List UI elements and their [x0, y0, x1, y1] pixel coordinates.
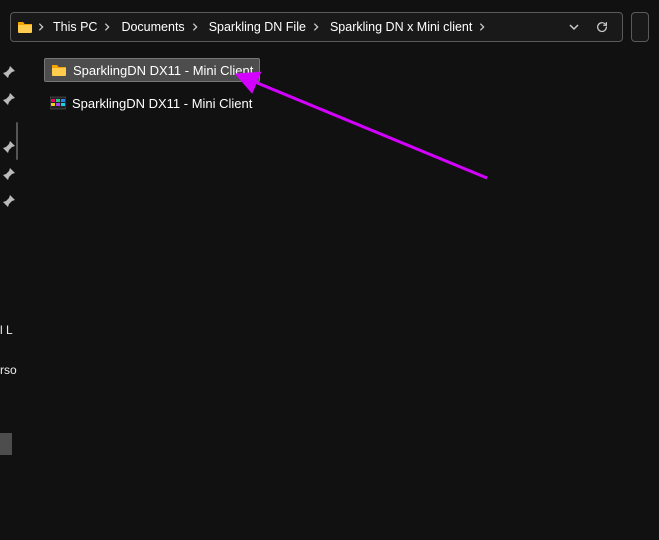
breadcrumb-label: Sparkling DN x Mini client	[326, 20, 476, 34]
search-box[interactable]	[631, 12, 649, 42]
sidebar-scroll-indicator[interactable]	[16, 122, 18, 160]
sidebar-item-label[interactable]: l L	[0, 323, 13, 337]
history-dropdown-button[interactable]	[560, 13, 588, 41]
chevron-right-icon[interactable]	[35, 21, 47, 33]
chevron-right-icon[interactable]	[310, 21, 322, 33]
folder-icon	[51, 62, 67, 78]
breadcrumb-label: This PC	[49, 20, 101, 34]
pin-icon	[2, 140, 16, 154]
pin-icon	[2, 65, 16, 79]
refresh-button[interactable]	[588, 13, 616, 41]
breadcrumb-this-pc[interactable]: This PC	[47, 13, 115, 41]
breadcrumb-label: Sparkling DN File	[205, 20, 310, 34]
pin-icon	[2, 194, 16, 208]
chevron-right-icon[interactable]	[101, 21, 113, 33]
breadcrumb-sparkling-dn-file[interactable]: Sparkling DN File	[203, 13, 324, 41]
breadcrumb-label: Documents	[117, 20, 188, 34]
navigation-sidebar: l L rso	[0, 48, 18, 540]
chevron-right-icon[interactable]	[476, 21, 488, 33]
file-row-folder[interactable]: SparklingDN DX11 - Mini Client	[44, 58, 260, 82]
pin-icon	[2, 92, 16, 106]
pin-icon	[2, 167, 16, 181]
file-name: SparklingDN DX11 - Mini Client	[73, 63, 253, 78]
chevron-right-icon[interactable]	[189, 21, 201, 33]
address-bar[interactable]: This PC Documents Sparkling DN File Spar…	[10, 12, 623, 42]
file-row-exe[interactable]: SparklingDN DX11 - Mini Client	[44, 92, 258, 114]
folder-icon	[17, 19, 33, 35]
file-name: SparklingDN DX11 - Mini Client	[72, 96, 252, 111]
sidebar-selection-indicator	[0, 433, 12, 455]
sidebar-item-label[interactable]: rso	[0, 363, 17, 377]
breadcrumb-sparkling-dn-mini-client[interactable]: Sparkling DN x Mini client	[324, 13, 490, 41]
file-list[interactable]: SparklingDN DX11 - Mini Client Sparkling…	[20, 48, 659, 540]
application-icon	[50, 95, 66, 111]
breadcrumb-documents[interactable]: Documents	[115, 13, 202, 41]
